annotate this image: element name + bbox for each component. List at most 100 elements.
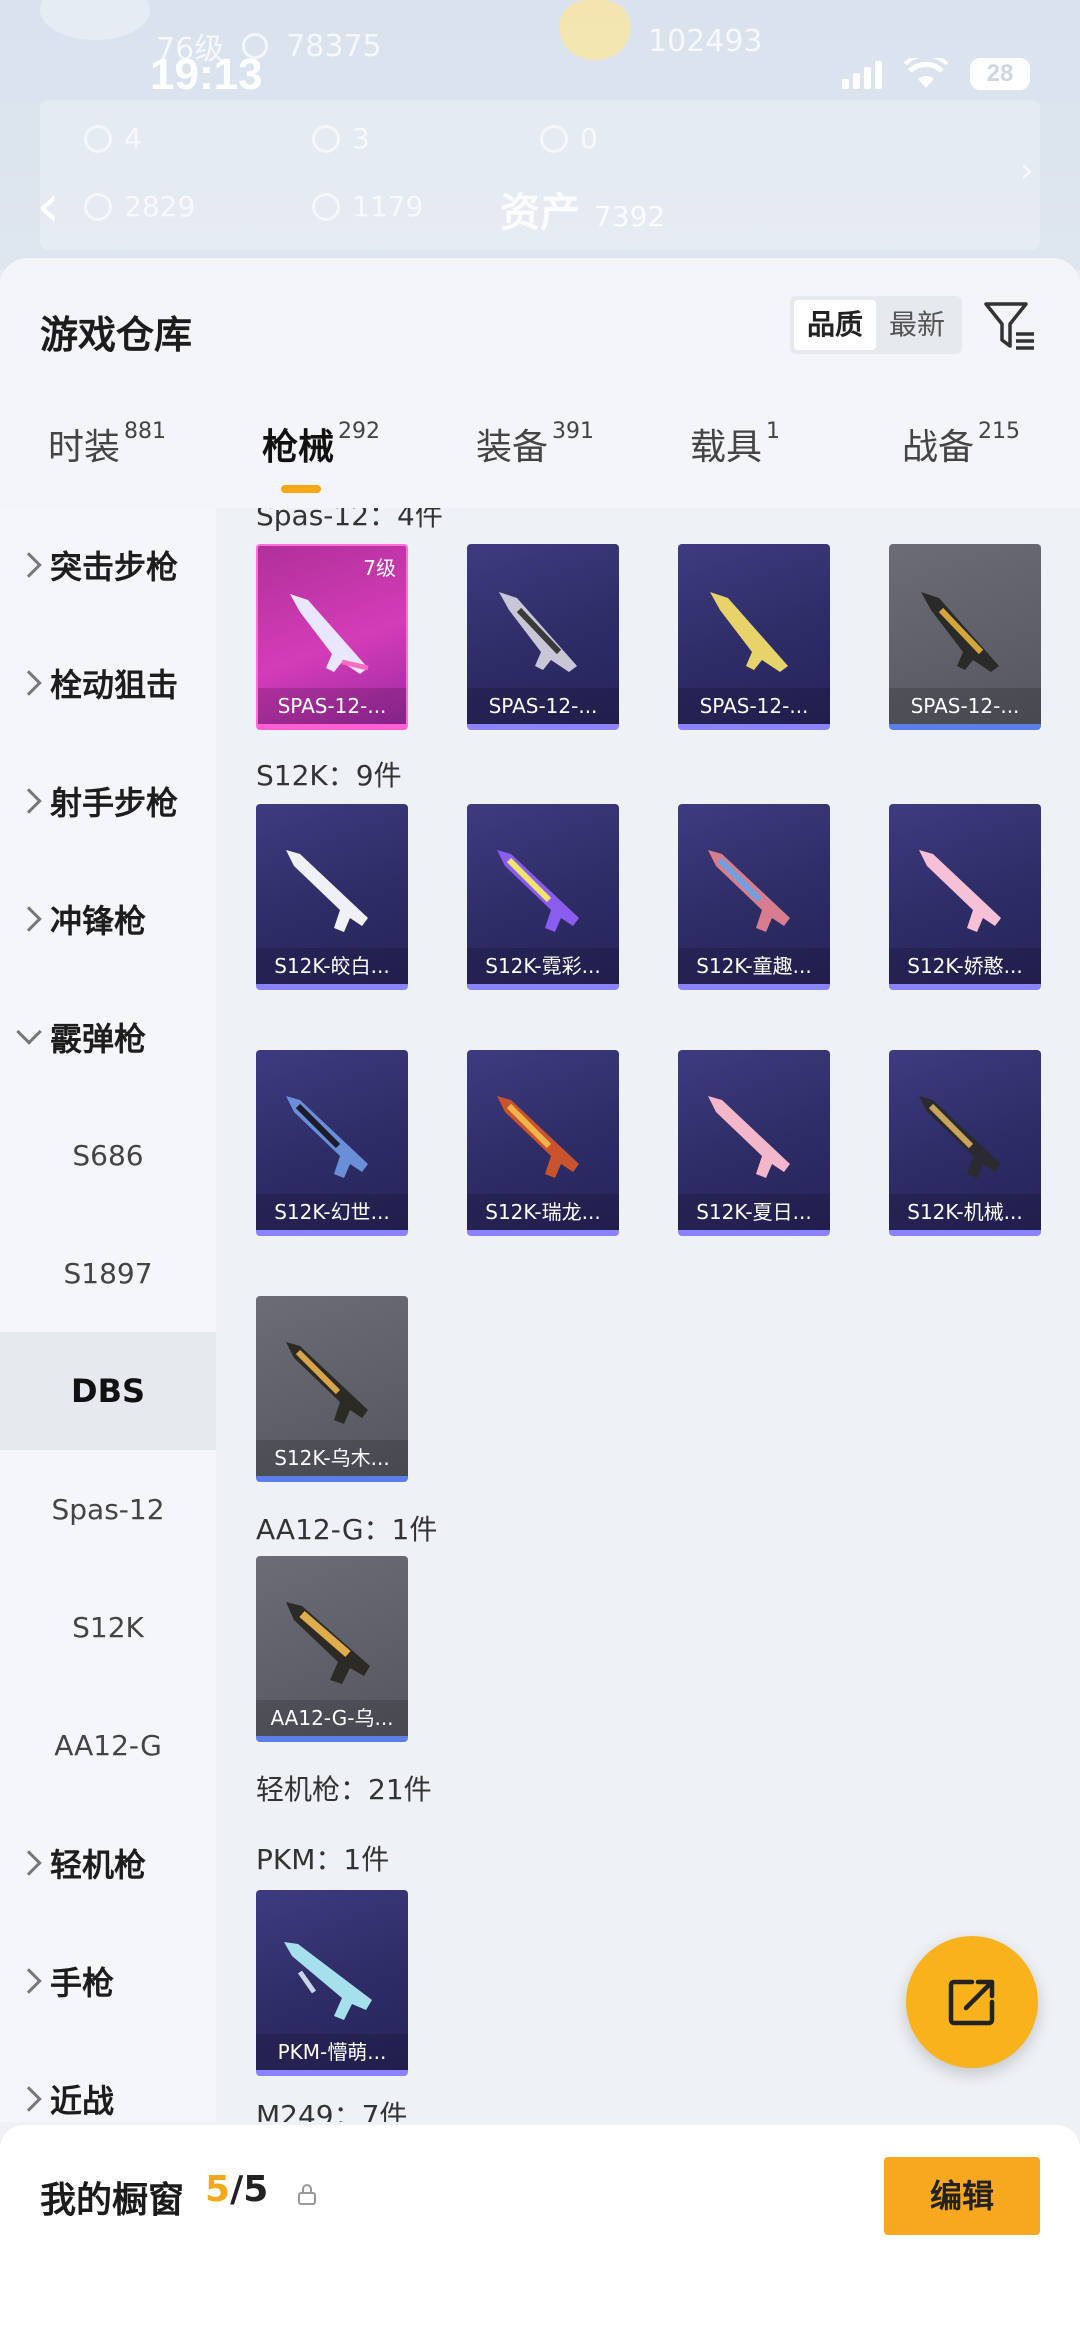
weapon-name: S12K-机械... bbox=[889, 1194, 1041, 1230]
sidebar-item-lmg[interactable]: 轻机枪 bbox=[0, 1804, 216, 1922]
chevron-right-icon[interactable]: › bbox=[1020, 150, 1034, 191]
weapon-name: SPAS-12-... bbox=[258, 688, 406, 724]
weapon-category-sidebar: 突击步枪 栓动狙击 射手步枪 冲锋枪 霰弹枪 S686 S1897 DBS Sp… bbox=[0, 508, 216, 2122]
weapon-name: PKM-懵萌... bbox=[256, 2034, 408, 2070]
stat-4: 2829 bbox=[84, 190, 195, 223]
tab-label: 时装 bbox=[48, 427, 121, 468]
tab-firearms[interactable]: 枪械 292 bbox=[262, 418, 380, 470]
signal-icon bbox=[842, 59, 882, 89]
sidebar-item-melee[interactable]: 近战 bbox=[0, 2040, 216, 2122]
rifle-icon bbox=[708, 1096, 790, 1178]
weapon-card[interactable]: S12K-瑞龙... bbox=[467, 1050, 619, 1236]
sidebar-item-label: 霰弹枪 bbox=[50, 1020, 147, 1058]
weapon-card[interactable]: SPAS-12-... bbox=[678, 544, 830, 730]
stat-value: 2829 bbox=[124, 190, 196, 223]
group-label-spas12: Spas-12：4件 bbox=[256, 508, 443, 532]
tab-fashion[interactable]: 时装 881 bbox=[48, 418, 166, 470]
tab-count: 391 bbox=[552, 419, 595, 444]
sidebar-item-smg[interactable]: 冲锋枪 bbox=[0, 860, 216, 978]
tab-equipment[interactable]: 装备 391 bbox=[476, 418, 594, 470]
sidebar-item-label: 栓动狙击 bbox=[50, 666, 179, 704]
battery-icon: 28 bbox=[970, 58, 1030, 90]
stat-icon bbox=[84, 124, 112, 153]
weapon-card[interactable]: SPAS-12-... bbox=[467, 544, 619, 730]
weapon-card[interactable]: S12K-机械... bbox=[889, 1050, 1041, 1236]
rifle-icon bbox=[497, 1096, 579, 1178]
stat-1: 4 bbox=[84, 122, 142, 155]
shotgun-icon bbox=[499, 592, 577, 672]
sidebar-sub-aa12g[interactable]: AA12-G bbox=[0, 1686, 216, 1804]
sidebar-item-shotgun[interactable]: 霰弹枪 bbox=[0, 978, 216, 1096]
stat-value: 4 bbox=[124, 122, 142, 155]
rifle-icon bbox=[286, 1602, 370, 1684]
shotgun-icon bbox=[290, 594, 369, 674]
sort-newest-button[interactable]: 最新 bbox=[876, 300, 958, 350]
chevron-right-icon bbox=[16, 1850, 42, 1876]
sort-quality-button[interactable]: 品质 bbox=[794, 300, 876, 350]
sidebar-sub-s12k[interactable]: S12K bbox=[0, 1568, 216, 1686]
chevron-right-icon bbox=[16, 788, 42, 814]
share-external-icon bbox=[948, 1979, 995, 2026]
asset-summary: 资产 7392 bbox=[500, 180, 665, 238]
rifle-icon bbox=[286, 850, 368, 932]
weapon-name: S12K-幻世... bbox=[256, 1194, 408, 1230]
sidebar-sub-s1897[interactable]: S1897 bbox=[0, 1214, 216, 1332]
weapon-card[interactable]: S12K-童趣... bbox=[678, 804, 830, 990]
group-label-pkm: PKM：1件 bbox=[256, 1843, 390, 1876]
tab-count: 1 bbox=[766, 419, 781, 444]
back-icon[interactable]: ‹ bbox=[36, 176, 76, 236]
group-label-lmg: 轻机枪：21件 bbox=[256, 1773, 432, 1806]
sidebar-item-marksman-rifle[interactable]: 射手步枪 bbox=[0, 742, 216, 860]
showcase-count-total: /5 bbox=[230, 2169, 269, 2210]
tab-supplies[interactable]: 战备 215 bbox=[902, 418, 1020, 470]
weapon-name: SPAS-12-... bbox=[889, 688, 1041, 724]
weapon-card[interactable]: S12K-幻世... bbox=[256, 1050, 408, 1236]
weapon-card[interactable]: S12K-皎白... bbox=[256, 804, 408, 990]
rifle-icon bbox=[497, 850, 579, 932]
tab-vehicles[interactable]: 载具 1 bbox=[690, 418, 780, 470]
score-value: 102493 bbox=[648, 24, 763, 59]
edit-button[interactable]: 编辑 bbox=[884, 2157, 1040, 2235]
chevron-right-icon bbox=[16, 906, 42, 932]
weapon-name: SPAS-12-... bbox=[678, 688, 830, 724]
shotgun-icon bbox=[710, 592, 788, 672]
tab-label: 枪械 bbox=[262, 427, 335, 468]
weapon-name: S12K-霓彩... bbox=[467, 948, 619, 984]
sidebar-item-bolt-sniper[interactable]: 栓动狙击 bbox=[0, 624, 216, 742]
machine-gun-icon bbox=[284, 1942, 372, 2020]
category-tabs: 时装 881 枪械 292 装备 391 载具 1 战备 215 bbox=[0, 418, 1080, 498]
sidebar-item-label: 突击步枪 bbox=[50, 548, 179, 586]
weapon-card[interactable]: S12K-霓彩... bbox=[467, 804, 619, 990]
sheet-header: 游戏仓库 品质 最新 时装 881 枪械 292 装备 391 载具 1 战备 215 bbox=[0, 258, 1080, 508]
sidebar-sub-dbs[interactable]: DBS bbox=[0, 1332, 216, 1450]
chevron-down-icon bbox=[16, 1019, 42, 1045]
chevron-right-icon bbox=[16, 1968, 42, 1994]
weapon-card[interactable]: S12K-夏日... bbox=[678, 1050, 830, 1236]
sidebar-item-label: 冲锋枪 bbox=[50, 902, 147, 940]
stat-value: 0 bbox=[580, 122, 598, 155]
sidebar-item-assault-rifle[interactable]: 突击步枪 bbox=[0, 508, 216, 624]
rifle-icon bbox=[708, 850, 790, 932]
weapon-name: S12K-乌木... bbox=[256, 1440, 408, 1476]
sidebar-sub-s686[interactable]: S686 bbox=[0, 1096, 216, 1214]
sidebar-item-pistol[interactable]: 手枪 bbox=[0, 1922, 216, 2040]
weapon-card[interactable]: S12K-娇憨... bbox=[889, 804, 1041, 990]
group-label-m249: M249：7件 bbox=[256, 2099, 408, 2122]
rifle-icon bbox=[919, 1096, 1001, 1178]
stat-icon bbox=[84, 192, 112, 221]
weapon-name: AA12-G-乌... bbox=[256, 1700, 408, 1736]
share-button[interactable] bbox=[906, 1936, 1038, 2068]
weapon-name: S12K-瑞龙... bbox=[467, 1194, 619, 1230]
weapon-card[interactable]: SPAS-12-... bbox=[889, 544, 1041, 730]
showcase-footer: 我的橱窗 5/5 编辑 bbox=[0, 2125, 1080, 2347]
weapon-card[interactable]: PKM-懵萌... bbox=[256, 1890, 408, 2076]
weapon-card[interactable]: 7级 SPAS-12-... bbox=[256, 544, 408, 730]
filter-icon[interactable] bbox=[982, 298, 1038, 354]
wifi-icon bbox=[903, 53, 949, 90]
sort-toggle: 品质 最新 bbox=[790, 296, 962, 354]
sidebar-sub-spas12[interactable]: Spas-12 bbox=[0, 1450, 216, 1568]
level-badge: 7级 bbox=[363, 556, 396, 580]
showcase-count-current: 5 bbox=[205, 2169, 231, 2210]
weapon-card[interactable]: AA12-G-乌... bbox=[256, 1556, 408, 1742]
weapon-card[interactable]: S12K-乌木... bbox=[256, 1296, 408, 1482]
